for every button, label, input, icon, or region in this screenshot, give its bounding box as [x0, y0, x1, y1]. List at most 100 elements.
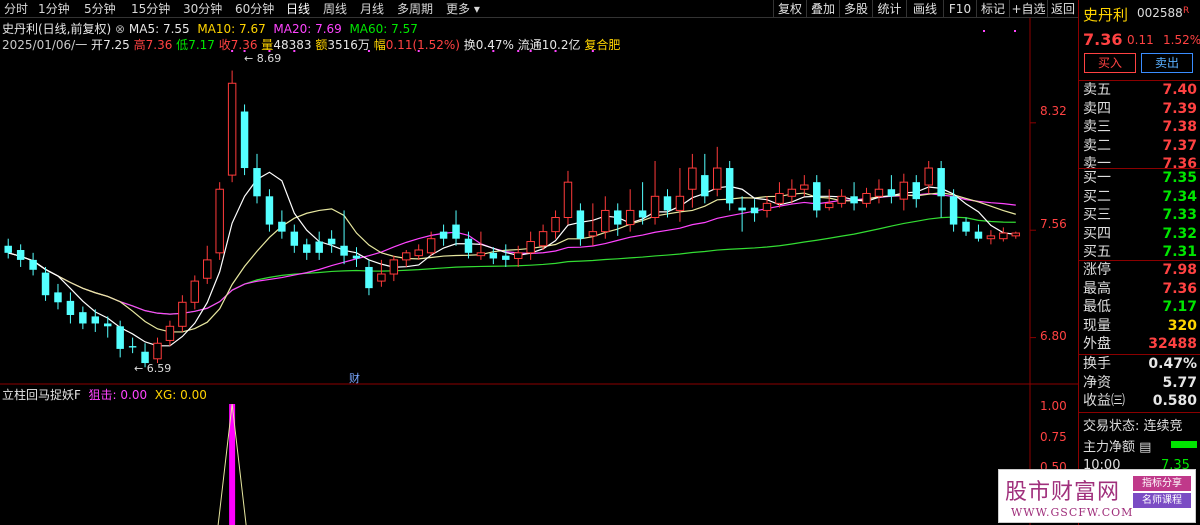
trough-annotation: ← 6.59: [134, 362, 172, 375]
candle-body: [1011, 232, 1021, 237]
stat-value: 32488: [1148, 336, 1197, 352]
watermark-btn-share[interactable]: 指标分享: [1133, 476, 1191, 491]
candle-body: [650, 195, 660, 219]
candle-body: [327, 238, 336, 245]
fin-row[interactable]: 收益㈢ 0.580: [1083, 392, 1197, 410]
bid-label: 买五: [1083, 244, 1111, 260]
ask-row[interactable]: 卖四 7.39: [1083, 100, 1197, 118]
candle-body: [79, 312, 87, 324]
fin-value: 5.77: [1162, 374, 1197, 391]
candle-body: [426, 238, 436, 254]
change-amount: 0.11: [1127, 33, 1154, 47]
candle-body: [29, 259, 37, 270]
candle-body: [526, 241, 535, 254]
bid-label: 买二: [1083, 188, 1111, 205]
last-price: 7.36: [1083, 30, 1123, 49]
candle-body: [91, 316, 100, 324]
candle-body: [153, 342, 162, 360]
stat-row[interactable]: 现量 320: [1083, 317, 1197, 335]
signal-dot: [492, 50, 495, 52]
candle-body: [104, 323, 112, 327]
signal-dot: [517, 50, 520, 52]
stat-label: 涨停: [1083, 262, 1111, 278]
stat-label: 现量: [1083, 317, 1111, 334]
candle-body: [750, 207, 759, 214]
stat-row[interactable]: 最高 7.36: [1083, 280, 1197, 298]
stat-value: 7.36: [1162, 280, 1197, 297]
ask-row[interactable]: 卖三 7.38: [1083, 118, 1197, 136]
ask-row[interactable]: 卖二 7.37: [1083, 137, 1197, 155]
candle-body: [389, 259, 399, 275]
signal-dot: [1014, 30, 1016, 32]
sell-button[interactable]: 卖出: [1141, 53, 1193, 73]
stat-label: 最低: [1083, 299, 1111, 315]
price-axis-mid: 7.56: [1040, 217, 1067, 231]
signal-dot: [367, 50, 370, 52]
finance-marker[interactable]: 财: [349, 370, 360, 386]
bid-row[interactable]: 买五 7.31: [1083, 243, 1197, 261]
candle-body: [227, 82, 237, 176]
candle-body: [253, 168, 261, 197]
stat-row[interactable]: 最低 7.17: [1083, 298, 1197, 316]
candle-body: [962, 221, 970, 232]
candle-body: [800, 184, 809, 190]
candle-body: [513, 252, 523, 259]
stat-row[interactable]: 涨停 7.98: [1083, 261, 1197, 279]
candle-body: [762, 202, 772, 211]
ask-row[interactable]: 卖五 7.40: [1083, 81, 1197, 99]
watermark-url: WWW.GSCFW.COM: [1011, 506, 1134, 519]
indicator-legend: 立柱回马捉妖F 狙击: 0.00 XG: 0.00: [2, 386, 207, 402]
main-flow-label[interactable]: 主力净额 ▤: [1083, 436, 1151, 455]
fin-label: 净资: [1083, 374, 1111, 391]
candle-body: [775, 192, 784, 204]
change-pct: 1.52%: [1163, 33, 1200, 47]
fin-row[interactable]: 净资 5.77: [1083, 374, 1197, 392]
signal-dot: [231, 50, 234, 52]
candle-body: [899, 181, 909, 200]
bid-row[interactable]: 买二 7.34: [1083, 188, 1197, 206]
price-axis-high: 8.32: [1040, 104, 1067, 118]
candle-body: [713, 167, 722, 190]
trade-status: 交易状态: 连续竞: [1083, 419, 1183, 434]
ask-value: 7.40: [1162, 82, 1197, 98]
candle-body: [813, 182, 821, 211]
signal-dot: [417, 50, 420, 52]
signal-dot: [983, 30, 985, 32]
fin-row[interactable]: 换手 0.47%: [1083, 355, 1197, 373]
candle-body: [999, 232, 1008, 240]
peak-annotation: ← 8.69: [244, 52, 282, 65]
candle-body: [862, 192, 871, 204]
candle-body: [937, 168, 945, 197]
candle-body: [738, 207, 746, 211]
stock-name: 史丹利: [1083, 6, 1129, 24]
candle-body: [675, 195, 685, 211]
bid-row[interactable]: 买四 7.32: [1083, 225, 1197, 243]
signal-dot: [591, 50, 594, 52]
ask-label: 卖五: [1083, 82, 1111, 98]
buy-button[interactable]: 买入: [1084, 53, 1136, 73]
candle-body: [850, 196, 858, 204]
candle-body: [303, 244, 311, 253]
stat-row[interactable]: 外盘 32488: [1083, 335, 1197, 353]
stat-value: 320: [1167, 317, 1197, 334]
candle-body: [265, 196, 274, 225]
fin-label: 换手: [1083, 356, 1111, 372]
ask-value: 7.38: [1162, 119, 1197, 135]
kline-chart[interactable]: [0, 0, 1078, 525]
indicator-name[interactable]: 立柱回马捉妖F: [2, 388, 81, 402]
candle-body: [563, 181, 573, 219]
candle-body: [41, 272, 50, 296]
bid-value: 7.31: [1162, 244, 1197, 260]
ask-value: 7.39: [1162, 100, 1197, 117]
candle-body: [165, 325, 175, 341]
candle-body: [874, 188, 884, 197]
bid-row[interactable]: 买三 7.33: [1083, 206, 1197, 224]
bid-row[interactable]: 买一 7.35: [1083, 169, 1197, 187]
bid-value: 7.33: [1162, 207, 1197, 223]
candle-body: [502, 255, 510, 260]
candle-body: [315, 241, 323, 253]
candle-body: [949, 196, 958, 225]
ask-label: 卖二: [1083, 137, 1111, 154]
watermark-btn-course[interactable]: 名师课程: [1133, 493, 1191, 508]
candle-body: [701, 175, 709, 197]
